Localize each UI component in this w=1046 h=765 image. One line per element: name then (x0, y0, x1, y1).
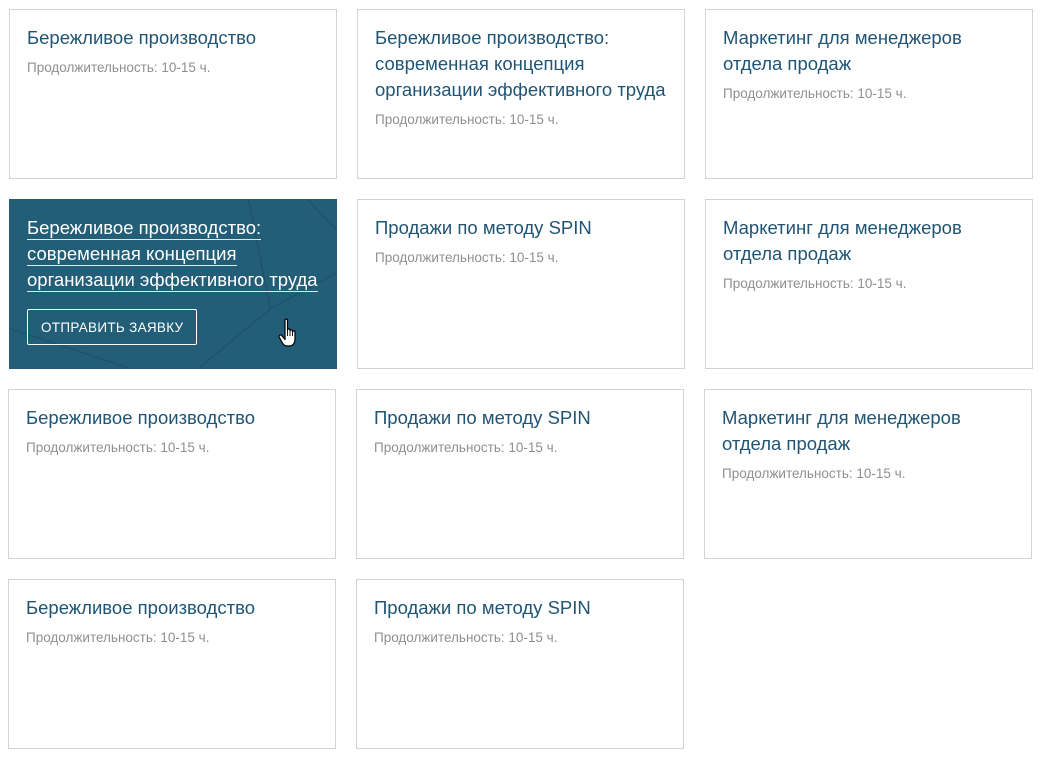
course-title[interactable]: Маркетинг для менеджеров отдела продаж (722, 405, 1014, 457)
course-title[interactable]: Бережливое производство: современная кон… (375, 25, 667, 103)
course-duration: Продолжительность: 10-15 ч. (375, 112, 559, 127)
course-title[interactable]: Бережливое производство: современная кон… (27, 215, 319, 293)
course-title[interactable]: Маркетинг для менеджеров отдела продаж (723, 215, 1015, 267)
course-duration: Продолжительность: 10-15 ч. (723, 276, 907, 291)
course-card[interactable]: Продажи по методу SPIN Продолжительность… (357, 199, 685, 369)
course-duration: Продолжительность: 10-15 ч. (27, 60, 211, 75)
course-card[interactable]: Маркетинг для менеджеров отдела продаж П… (705, 9, 1033, 179)
course-title[interactable]: Бережливое производство (26, 595, 318, 621)
course-title[interactable]: Маркетинг для менеджеров отдела продаж (723, 25, 1015, 77)
course-duration: Продолжительность: 10-15 ч. (722, 466, 906, 481)
course-card-hovered[interactable]: Бережливое производство: современная кон… (9, 199, 337, 369)
course-title[interactable]: Продажи по методу SPIN (375, 215, 667, 241)
course-duration: Продолжительность: 10-15 ч. (723, 86, 907, 101)
course-card[interactable]: Бережливое производство Продолжительност… (8, 389, 336, 559)
course-card[interactable]: Маркетинг для менеджеров отдела продаж П… (705, 199, 1033, 369)
course-duration: Продолжительность: 10-15 ч. (375, 250, 559, 265)
course-duration: Продолжительность: 10-15 ч. (26, 440, 210, 455)
course-card[interactable]: Бережливое производство: современная кон… (357, 9, 685, 179)
send-request-button[interactable]: ОТПРАВИТЬ ЗАЯВКУ (27, 309, 198, 345)
course-duration: Продолжительность: 10-15 ч. (374, 630, 558, 645)
course-card[interactable]: Продажи по методу SPIN Продолжительность… (356, 579, 684, 749)
course-duration: Продолжительность: 10-15 ч. (374, 440, 558, 455)
course-card[interactable]: Бережливое производство Продолжительност… (8, 579, 336, 749)
course-title[interactable]: Продажи по методу SPIN (374, 405, 666, 431)
hand-pointer-icon (278, 318, 296, 347)
course-title[interactable]: Продажи по методу SPIN (374, 595, 666, 621)
course-card[interactable]: Бережливое производство Продолжительност… (9, 9, 337, 179)
course-card[interactable]: Продажи по методу SPIN Продолжительность… (356, 389, 684, 559)
course-title[interactable]: Бережливое производство (27, 25, 319, 51)
course-card[interactable]: Маркетинг для менеджеров отдела продаж П… (704, 389, 1032, 559)
course-duration: Продолжительность: 10-15 ч. (26, 630, 210, 645)
course-title[interactable]: Бережливое производство (26, 405, 318, 431)
